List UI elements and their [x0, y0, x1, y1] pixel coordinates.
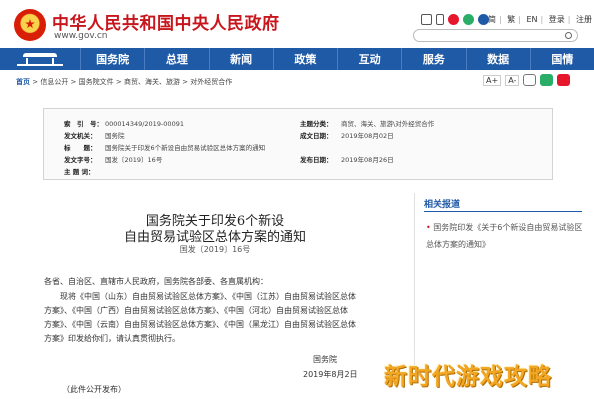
- nav-home[interactable]: [0, 48, 80, 70]
- related-report-link-text[interactable]: 国务院印发《关于6个新设自由贸易试验区总体方案的通知》: [426, 223, 582, 249]
- document-sign-date: 2019年8月2日: [303, 370, 358, 379]
- meta-doc-number: 发文字号： 国发〔2019〕16号: [64, 156, 163, 164]
- wechat-share-icon[interactable]: [540, 74, 554, 86]
- search-input[interactable]: [413, 29, 578, 42]
- document-footnote: （此件公开发布）: [62, 385, 126, 394]
- register-link[interactable]: 注册: [576, 15, 592, 24]
- related-reports-title: 相关报道: [424, 200, 461, 210]
- nav-item-national-info[interactable]: 国情: [529, 48, 594, 70]
- wechat-icon[interactable]: [463, 14, 474, 25]
- document-title-line-2: 自由贸易试验区总体方案的通知: [123, 230, 306, 245]
- document-recipients: 各省、自治区、直辖市人民政府，国务院各部委、各直属机构：: [44, 277, 268, 286]
- page-tools: A+ A-: [483, 74, 571, 86]
- nav-item-state-council[interactable]: 国务院: [80, 48, 144, 70]
- weibo-icon[interactable]: [448, 14, 459, 25]
- document-number: 国发〔2019〕16号: [179, 245, 251, 254]
- nav-item-premier[interactable]: 总理: [144, 48, 208, 70]
- meta-topic: 主题分类： 商贸、海关、旅游\对外经贸合作: [300, 120, 435, 128]
- simplified-chinese-link[interactable]: 简: [488, 15, 496, 24]
- building-icon: [17, 52, 63, 66]
- site-header: 中华人民共和国中央人民政府 www.gov.cn 简 | 繁 | EN | 登录 | 注…: [0, 0, 594, 48]
- document-body-line: 方案》、《中国（广西）自由贸易试验区总体方案》、《中国（河北）自由贸易试验区总体: [44, 306, 348, 315]
- font-increase-button[interactable]: A+: [483, 74, 502, 86]
- breadcrumb-path[interactable]: > 信息公开 > 国务院文件 > 商贸、海关、旅游 > 对外经贸合作: [30, 78, 232, 86]
- document-signer: 国务院: [313, 355, 337, 364]
- weibo-share-icon[interactable]: [557, 74, 571, 86]
- search-icon[interactable]: [565, 32, 572, 39]
- language-links: 简 | 繁 | EN | 登录 | 注册: [488, 15, 593, 24]
- watermark-text: 新时代游戏攻略: [384, 363, 552, 390]
- nav-item-interaction[interactable]: 互动: [337, 48, 401, 70]
- site-url: www.gov.cn: [54, 31, 108, 41]
- login-link[interactable]: 登录: [549, 15, 565, 24]
- sidebar-divider: [414, 193, 415, 368]
- nav-item-policy[interactable]: 政策: [272, 48, 337, 70]
- nav-item-services[interactable]: 服务: [401, 48, 465, 70]
- main-nav: 国务院 总理 新闻 政策 互动 服务 数据 国情: [0, 48, 594, 70]
- breadcrumb: 首页 > 信息公开 > 国务院文件 > 商贸、海关、旅游 > 对外经贸合作: [16, 77, 232, 87]
- meta-title: 标 题： 国务院关于印发6个新设自由贸易试验区总体方案的通知: [64, 144, 266, 152]
- document-body-line: 现将《中国（山东）自由贸易试验区总体方案》、《中国（江苏）自由贸易试验区总体: [44, 292, 356, 301]
- meta-written-date: 成文日期： 2019年08月02日: [300, 132, 394, 140]
- mobile-icon[interactable]: [436, 14, 444, 25]
- bullet-icon: •: [426, 223, 431, 232]
- email-icon[interactable]: [421, 14, 432, 25]
- meta-publish-date: 发布日期： 2019年08月26日: [300, 156, 394, 164]
- related-reports-underline: [424, 211, 582, 212]
- document-body-line: 方案》、《中国（云南）自由贸易试验区总体方案》、《中国（黑龙江）自由贸易试验区总…: [44, 320, 356, 329]
- meta-index: 索 引 号： 000014349/2019-00091: [64, 120, 184, 128]
- breadcrumb-home[interactable]: 首页: [16, 78, 30, 86]
- traditional-chinese-link[interactable]: 繁: [507, 15, 515, 24]
- nav-item-data[interactable]: 数据: [465, 48, 530, 70]
- related-report-link[interactable]: • 国务院印发《关于6个新设自由贸易试验区总体方案的通知》: [426, 219, 586, 253]
- nav-item-news[interactable]: 新闻: [208, 48, 273, 70]
- meta-keywords: 主 题 词：: [64, 168, 95, 176]
- national-emblem-icon[interactable]: [14, 9, 46, 41]
- font-decrease-button[interactable]: A-: [505, 74, 520, 86]
- english-link[interactable]: EN: [527, 15, 538, 24]
- print-icon[interactable]: [523, 74, 537, 86]
- share-icons: [421, 14, 489, 25]
- meta-issuer: 发文机关： 国务院: [64, 132, 125, 140]
- document-metadata: 索 引 号： 000014349/2019-00091 主题分类： 商贸、海关、旅游…: [43, 108, 553, 180]
- document-body-line: 方案》印发给你们，请认真贯彻执行。: [44, 334, 180, 343]
